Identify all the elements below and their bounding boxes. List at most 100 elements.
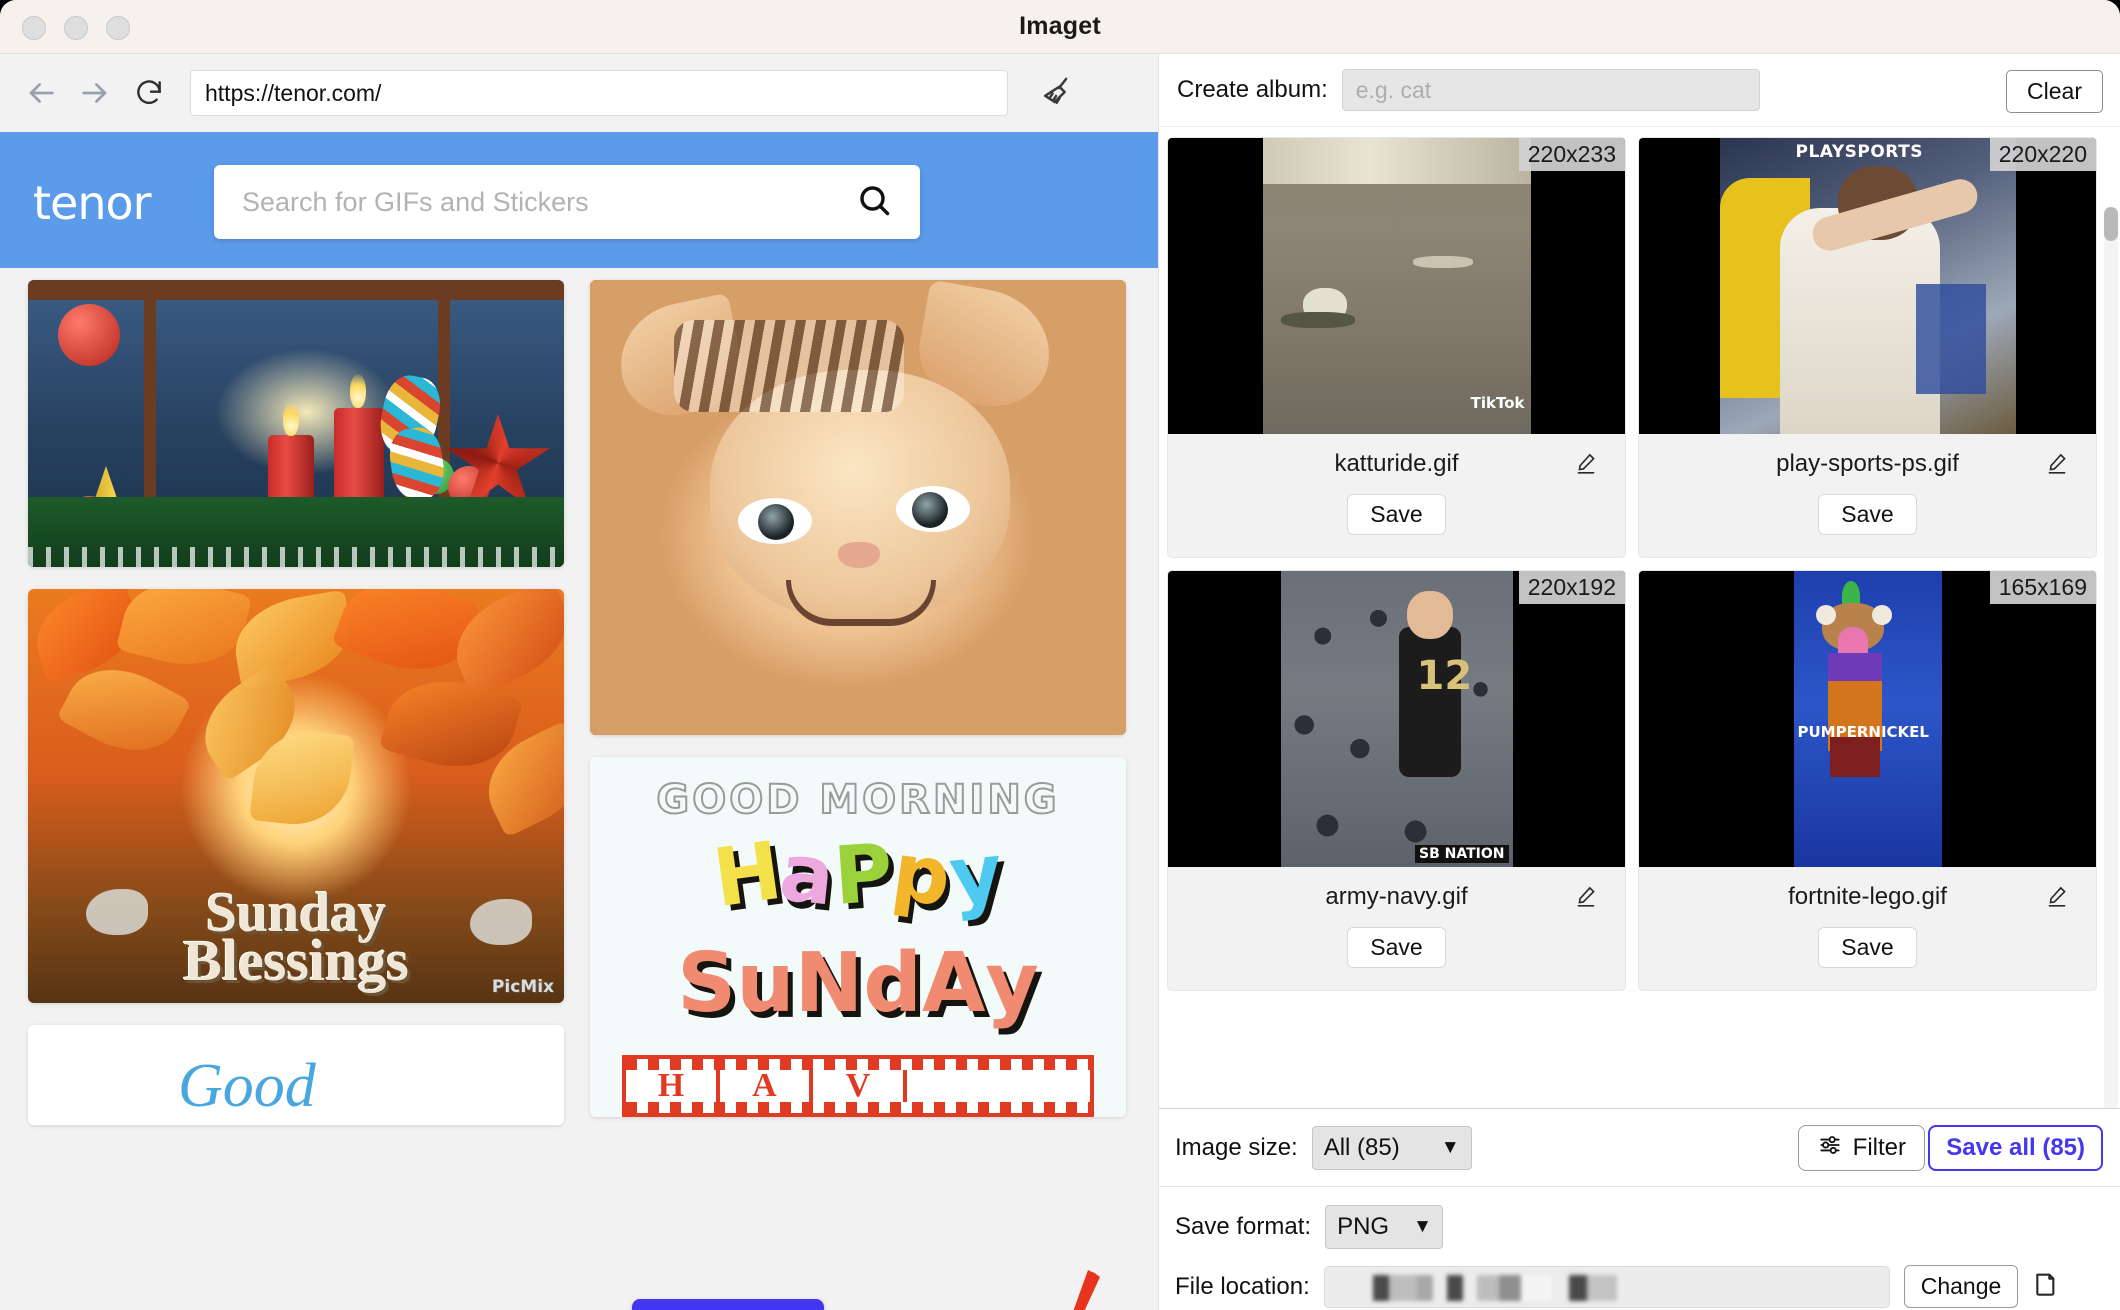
back-arrow-icon[interactable] <box>14 66 68 120</box>
card-thumbnail[interactable]: PUMPERNICKEL 165x169 <box>1639 571 2096 867</box>
window-title: Imaget <box>1019 12 1101 40</box>
create-album-row: Create album: e.g. cat Clear <box>1159 54 2120 127</box>
card-save-row: Save <box>1639 927 2096 990</box>
save-format-row: Save format: PNG ▼ <box>1175 1205 1444 1249</box>
gif-caption-line2: Blessings <box>183 928 409 993</box>
gif-filmstrip: H A V <box>622 1055 1094 1117</box>
gif-text-good-morning: GOOD MORNING <box>655 776 1060 824</box>
card-save-row: Save <box>1639 494 2096 557</box>
search-icon[interactable] <box>856 182 892 223</box>
clear-button[interactable]: Clear <box>2006 70 2103 113</box>
card-meta: play-sports-ps.gif <box>1639 434 2096 494</box>
save-format-label: Save format: <box>1175 1213 1312 1240</box>
pencil-icon[interactable] <box>1573 883 1599 914</box>
gif-tile-partial-bottom[interactable]: Good <box>28 1025 564 1125</box>
card-meta: fortnite-lego.gif <box>1639 867 2096 927</box>
file-location-blurred-value <box>1354 1274 1665 1301</box>
file-location-row: File location: Change <box>1175 1265 2064 1308</box>
filter-label: Filter <box>1852 1134 1906 1161</box>
gif-tile-happy-sunday[interactable]: GOOD MORNING HaPpy SuNdAy H A V <box>590 757 1126 1117</box>
card-save-row: Save <box>1168 927 1625 990</box>
save-button[interactable]: Save <box>1818 494 1917 535</box>
broom-icon[interactable] <box>1022 66 1092 120</box>
card-save-row: Save <box>1168 494 1625 557</box>
save-format-select[interactable]: PNG ▼ <box>1325 1205 1444 1249</box>
image-cards-area: TikTok 220x233 katturide.gif Save PLAYSP… <box>1159 127 2120 1108</box>
dimensions-badge: 165x169 <box>1989 571 2096 604</box>
card-meta: katturide.gif <box>1168 434 1625 494</box>
panel-footer: Save format: PNG ▼ File location: Change <box>1159 1186 2120 1310</box>
dimensions-badge: 220x192 <box>1518 571 1625 604</box>
picmix-watermark: PicMix <box>491 977 554 997</box>
image-card[interactable]: PUMPERNICKEL 165x169 fortnite-lego.gif S… <box>1638 570 2097 991</box>
panel-scrollbar-track[interactable] <box>2104 207 2118 1108</box>
card-thumbnail[interactable]: 12 SB NATION 220x192 <box>1168 571 1625 867</box>
tenor-site-header: tenor Search for GIFs and Stickers <box>0 132 1158 268</box>
card-watermark: SB NATION <box>1415 845 1509 863</box>
card-thumbnail[interactable]: PLAYSPORTS 220x220 <box>1639 138 2096 434</box>
pointer-arrow-annotation <box>1030 1268 1110 1310</box>
card-meta: army-navy.gif <box>1168 867 1625 927</box>
gif-tile-christmas[interactable] <box>28 280 564 567</box>
save-format-value: PNG <box>1337 1213 1390 1240</box>
dimensions-badge: 220x233 <box>1518 138 1625 171</box>
panel-scrollbar-thumb[interactable] <box>2104 207 2118 241</box>
card-filename: army-navy.gif <box>1325 883 1468 910</box>
app-window: Imaget https://tenor.com/ tenor Search f… <box>0 0 2120 1310</box>
card-watermark: TikTok <box>1470 394 1525 412</box>
save-button[interactable]: Save <box>1347 927 1446 968</box>
image-size-value: All (85) <box>1323 1133 1400 1161</box>
save-button[interactable]: Save <box>1818 927 1917 968</box>
create-album-input[interactable]: e.g. cat <box>1341 69 1760 111</box>
gif-text-happy: HaPpy <box>707 823 1008 926</box>
search-input[interactable]: Search for GIFs and Stickers <box>214 165 920 239</box>
auto-scroll-button[interactable]: Auto Scroll <box>632 1299 824 1310</box>
browser-pane: https://tenor.com/ tenor Search for GIFs… <box>0 54 1158 1310</box>
gif-text-sunday: SuNdAy <box>677 936 1039 1031</box>
pencil-icon[interactable] <box>2044 450 2070 481</box>
address-bar[interactable]: https://tenor.com/ <box>190 70 1008 116</box>
chevron-down-icon: ▼ <box>1413 1216 1432 1237</box>
filmstrip-cell: V <box>813 1067 907 1105</box>
title-bar: Imaget <box>0 0 2120 54</box>
filmstrip-cell: A <box>720 1067 814 1105</box>
imaget-side-panel: Create album: e.g. cat Clear TikTok 220x… <box>1158 54 2120 1310</box>
panel-toolbar: Image size: All (85) ▼ Filter Save all (… <box>1159 1108 2120 1186</box>
image-card[interactable]: 12 SB NATION 220x192 army-navy.gif Save <box>1167 570 1626 991</box>
gif-tile-smiling-cat[interactable] <box>590 280 1126 735</box>
pencil-icon[interactable] <box>2044 883 2070 914</box>
tenor-gif-grid: Sunday Blessings PicMix Good GOOD MORNIN… <box>0 268 1158 1310</box>
browser-toolbar: https://tenor.com/ <box>0 54 1158 132</box>
create-album-placeholder: e.g. cat <box>1355 76 1432 103</box>
image-card[interactable]: TikTok 220x233 katturide.gif Save <box>1167 137 1626 558</box>
reload-icon[interactable] <box>122 66 176 120</box>
change-location-button[interactable]: Change <box>1903 1265 2019 1308</box>
sliders-icon <box>1817 1132 1843 1165</box>
file-location-input[interactable] <box>1323 1265 1890 1308</box>
dimensions-badge: 220x220 <box>1989 138 2096 171</box>
filmstrip-cell: H <box>626 1067 720 1105</box>
image-card[interactable]: PLAYSPORTS 220x220 play-sports-ps.gif Sa… <box>1638 137 2097 558</box>
url-text: https://tenor.com/ <box>205 79 382 106</box>
forward-arrow-icon[interactable] <box>68 66 122 120</box>
save-button[interactable]: Save <box>1347 494 1446 535</box>
gif-tile-sunday-blessings[interactable]: Sunday Blessings PicMix <box>28 589 564 1003</box>
file-location-label: File location: <box>1175 1272 1310 1300</box>
create-album-label: Create album: <box>1177 76 1328 103</box>
chevron-down-icon: ▼ <box>1440 1136 1460 1158</box>
filter-button[interactable]: Filter <box>1797 1125 1925 1171</box>
pencil-icon[interactable] <box>1573 450 1599 481</box>
folder-icon[interactable] <box>2032 1268 2064 1305</box>
card-filename: fortnite-lego.gif <box>1788 883 1947 910</box>
card-watermark: PLAYSPORTS <box>1795 142 1923 162</box>
card-filename: katturide.gif <box>1334 450 1459 477</box>
image-cards-grid: TikTok 220x233 katturide.gif Save PLAYSP… <box>1167 137 2097 991</box>
card-thumbnail[interactable]: TikTok 220x233 <box>1168 138 1625 434</box>
card-filename: play-sports-ps.gif <box>1776 450 1959 477</box>
card-watermark: PUMPERNICKEL <box>1797 723 1929 741</box>
tenor-logo[interactable]: tenor <box>33 176 152 230</box>
search-placeholder: Search for GIFs and Stickers <box>242 186 589 217</box>
save-all-button[interactable]: Save all (85) <box>1928 1125 2103 1171</box>
image-size-select[interactable]: All (85) ▼ <box>1311 1125 1472 1170</box>
image-size-label: Image size: <box>1175 1133 1298 1161</box>
